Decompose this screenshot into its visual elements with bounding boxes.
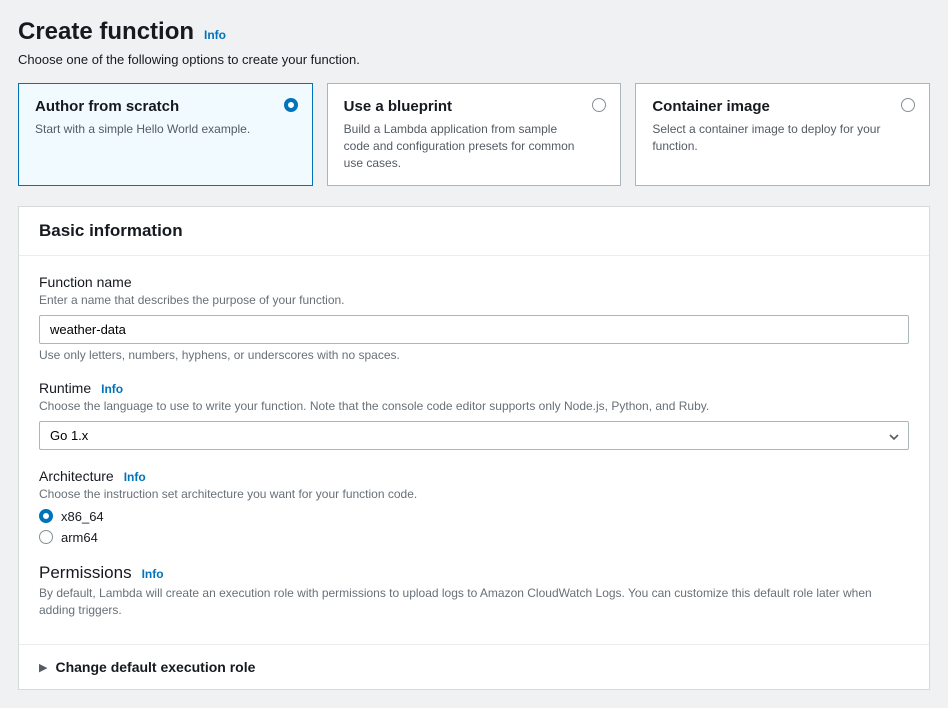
function-name-help: Enter a name that describes the purpose … (39, 292, 909, 309)
panel-header: Basic information (19, 207, 929, 256)
arch-option-label: arm64 (61, 530, 98, 545)
page-subtitle: Choose one of the following options to c… (18, 52, 930, 67)
option-use-blueprint[interactable]: Use a blueprint Build a Lambda applicati… (327, 83, 622, 186)
permissions-help: By default, Lambda will create an execut… (39, 585, 909, 619)
runtime-field: Runtime Info Choose the language to use … (39, 380, 909, 450)
runtime-label: Runtime (39, 380, 91, 396)
architecture-field: Architecture Info Choose the instruction… (39, 468, 909, 545)
function-name-input[interactable] (39, 315, 909, 344)
function-name-label: Function name (39, 274, 132, 290)
permissions-field: Permissions Info By default, Lambda will… (39, 563, 909, 619)
radio-icon (39, 509, 53, 523)
function-name-hint: Use only letters, numbers, hyphens, or u… (39, 348, 909, 362)
option-desc: Select a container image to deploy for y… (652, 121, 913, 155)
change-execution-role-expander[interactable]: ▶ Change default execution role (19, 644, 929, 689)
architecture-help: Choose the instruction set architecture … (39, 486, 909, 503)
creation-options: Author from scratch Start with a simple … (18, 83, 930, 186)
radio-icon (284, 98, 298, 112)
radio-icon (39, 530, 53, 544)
arch-option-x86-64[interactable]: x86_64 (39, 509, 909, 524)
option-desc: Build a Lambda application from sample c… (344, 121, 605, 171)
option-title: Author from scratch (35, 98, 296, 115)
arch-option-label: x86_64 (61, 509, 104, 524)
runtime-help: Choose the language to use to write your… (39, 398, 909, 415)
radio-icon (901, 98, 915, 112)
option-title: Use a blueprint (344, 98, 605, 115)
option-title: Container image (652, 98, 913, 115)
basic-information-panel: Basic information Function name Enter a … (18, 206, 930, 690)
arch-option-arm64[interactable]: arm64 (39, 530, 909, 545)
basic-info-heading: Basic information (39, 221, 909, 241)
function-name-field: Function name Enter a name that describe… (39, 274, 909, 362)
architecture-info-link[interactable]: Info (124, 470, 146, 484)
permissions-label: Permissions (39, 563, 132, 583)
permissions-info-link[interactable]: Info (142, 567, 164, 581)
caret-right-icon: ▶ (39, 661, 47, 674)
page-info-link[interactable]: Info (204, 28, 226, 42)
page-title: Create function (18, 18, 194, 46)
option-author-from-scratch[interactable]: Author from scratch Start with a simple … (18, 83, 313, 186)
runtime-info-link[interactable]: Info (101, 382, 123, 396)
option-container-image[interactable]: Container image Select a container image… (635, 83, 930, 186)
architecture-label: Architecture (39, 468, 114, 484)
runtime-select[interactable]: Go 1.x (39, 421, 909, 450)
expander-label: Change default execution role (55, 659, 255, 675)
option-desc: Start with a simple Hello World example. (35, 121, 296, 138)
